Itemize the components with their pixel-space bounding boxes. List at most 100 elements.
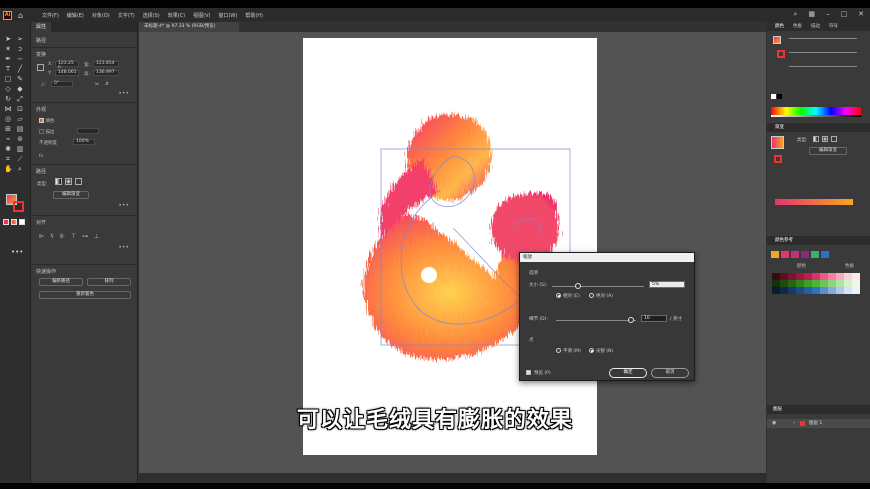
color-stroke-swatch[interactable]: [777, 50, 785, 58]
more-options-icon[interactable]: •••: [118, 244, 129, 251]
tab-symbols[interactable]: 符号: [829, 22, 838, 31]
swatch-grid[interactable]: [772, 273, 860, 294]
close-icon[interactable]: ✕: [858, 10, 864, 19]
fx-icon[interactable]: fx: [39, 154, 43, 159]
gradient-tool-icon[interactable]: ▤: [16, 126, 24, 133]
menu-edit[interactable]: 编辑(E): [67, 12, 84, 19]
eyedropper-tool-icon[interactable]: ⌁: [4, 136, 12, 143]
flip-vertical-icon[interactable]: ⇵: [105, 82, 109, 87]
edit-gradient-button[interactable]: 编辑渐变: [53, 191, 89, 199]
align-top-icon[interactable]: ⊤: [71, 233, 76, 241]
color-slider[interactable]: [789, 52, 857, 53]
menu-effect[interactable]: 效果(C): [168, 12, 185, 19]
hand-tool-icon[interactable]: ✋: [4, 166, 13, 173]
black-swatch[interactable]: [777, 94, 782, 99]
y-field[interactable]: 148.061: [55, 70, 79, 76]
gradient-mode-icon[interactable]: [11, 219, 17, 225]
color-slider[interactable]: [789, 66, 857, 67]
search-icon[interactable]: ⌕: [793, 10, 797, 19]
reference-point-icon[interactable]: [37, 64, 44, 71]
cancel-button[interactable]: 取消: [651, 368, 689, 378]
width-tool-icon[interactable]: ⋈: [4, 106, 12, 113]
selection-tool-icon[interactable]: ➤: [4, 36, 12, 43]
smooth-radio[interactable]: [556, 348, 561, 353]
size-input[interactable]: 5%: [649, 281, 685, 288]
swatch[interactable]: [796, 287, 804, 294]
grayscale-ramp[interactable]: [771, 115, 861, 117]
blend-tool-icon[interactable]: ⊚: [16, 136, 24, 143]
fur-ampersand-artwork[interactable]: [303, 38, 597, 455]
swatch[interactable]: [780, 287, 788, 294]
harmony-swatch[interactable]: [771, 251, 779, 258]
detail-input[interactable]: 10: [641, 315, 667, 322]
white-swatch[interactable]: [771, 94, 776, 99]
swatch[interactable]: [828, 287, 836, 294]
tab-stroke[interactable]: 描边: [811, 22, 820, 31]
workspace-icon[interactable]: ▦: [808, 10, 815, 19]
swatch[interactable]: [852, 287, 860, 294]
swatch[interactable]: [804, 287, 812, 294]
swatch[interactable]: [852, 273, 860, 280]
paintbrush-tool-icon[interactable]: ✎: [16, 76, 24, 83]
stroke-swatch-small[interactable]: [39, 129, 44, 134]
menu-file[interactable]: 文件(F): [42, 12, 59, 19]
preview-checkbox[interactable]: [526, 370, 531, 375]
menu-help[interactable]: 帮助(H): [245, 12, 263, 19]
swatch[interactable]: [812, 287, 820, 294]
swatch[interactable]: [820, 273, 828, 280]
align-bottom-icon[interactable]: ⊥: [94, 233, 99, 241]
tab-color[interactable]: 颜色: [775, 22, 784, 31]
swatch[interactable]: [844, 273, 852, 280]
direct-selection-tool-icon[interactable]: ➢: [16, 36, 24, 43]
swatch[interactable]: [812, 280, 820, 287]
mesh-tool-icon[interactable]: ⊞: [4, 126, 12, 133]
color-fill-swatch[interactable]: [773, 36, 781, 44]
minimize-icon[interactable]: –: [826, 10, 830, 19]
opacity-field[interactable]: 100%: [73, 139, 95, 145]
offset-path-button[interactable]: 偏移路径: [39, 278, 83, 286]
zoom-tool-icon[interactable]: ⌕: [16, 166, 24, 173]
freeform-gradient-icon[interactable]: [831, 136, 837, 142]
swatch[interactable]: [788, 273, 796, 280]
harmony-swatch[interactable]: [781, 251, 789, 258]
scale-tool-icon[interactable]: ⤢: [16, 96, 24, 103]
document-tab[interactable]: 未标题-4* @ 97.33 % (RGB/预览): [139, 22, 239, 32]
harmony-swatch[interactable]: [791, 251, 799, 258]
graph-tool-icon[interactable]: ▥: [16, 146, 24, 153]
swatch[interactable]: [780, 273, 788, 280]
radial-gradient-icon[interactable]: [65, 178, 72, 185]
color-spectrum[interactable]: [771, 107, 861, 115]
freeform-gradient-icon[interactable]: [75, 178, 82, 185]
menu-view[interactable]: 视图(V): [193, 12, 210, 19]
arrange-button[interactable]: 排列: [87, 278, 131, 286]
corner-radio[interactable]: [589, 348, 594, 353]
artboard[interactable]: [303, 38, 597, 455]
swatch[interactable]: [844, 287, 852, 294]
size-slider-track[interactable]: [552, 286, 644, 287]
harmony-swatch[interactable]: [821, 251, 829, 258]
color-slider[interactable]: [789, 38, 857, 39]
swatch[interactable]: [804, 280, 812, 287]
curvature-tool-icon[interactable]: ∽: [16, 56, 24, 63]
linear-gradient-icon[interactable]: [813, 136, 819, 142]
rotate-tool-icon[interactable]: ↻: [4, 96, 12, 103]
swatch[interactable]: [772, 280, 780, 287]
harmony-swatch[interactable]: [811, 251, 819, 258]
line-tool-icon[interactable]: ╱: [16, 66, 24, 73]
swatch[interactable]: [836, 287, 844, 294]
swatch[interactable]: [836, 273, 844, 280]
pen-tool-icon[interactable]: ✒: [4, 56, 12, 63]
more-options-icon[interactable]: •••: [118, 90, 129, 97]
swatch[interactable]: [820, 287, 828, 294]
swatch[interactable]: [828, 280, 836, 287]
magic-wand-tool-icon[interactable]: ✶: [4, 46, 12, 53]
align-right-icon[interactable]: ⊪: [60, 233, 65, 241]
menu-type[interactable]: 文字(T): [118, 12, 135, 19]
none-mode-icon[interactable]: [19, 219, 25, 225]
relative-radio[interactable]: [556, 293, 561, 298]
detail-slider-knob[interactable]: [628, 317, 634, 323]
rectangle-tool-icon[interactable]: □: [4, 76, 12, 83]
swatch[interactable]: [844, 280, 852, 287]
swatch[interactable]: [836, 280, 844, 287]
linear-gradient-icon[interactable]: [55, 178, 62, 185]
